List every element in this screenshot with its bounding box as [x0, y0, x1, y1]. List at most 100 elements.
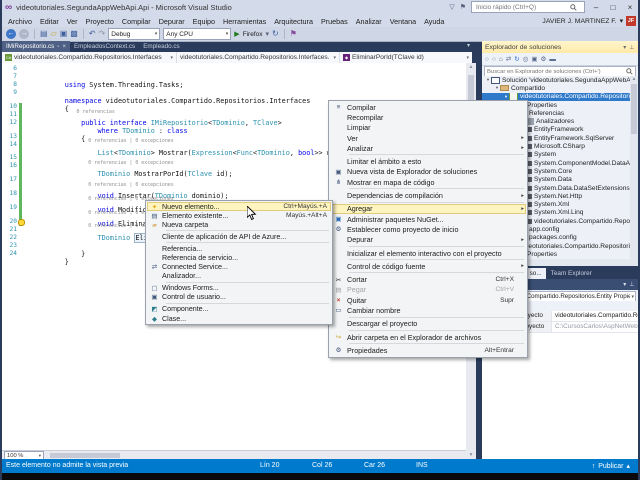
menu-bar-item[interactable]: Compilar [118, 17, 155, 26]
menu-bar-item[interactable]: Arquitectura [270, 17, 317, 26]
solution-explorer-header[interactable]: Explorador de soluciones ▾⊥× [482, 41, 640, 53]
tab-overflow-icon[interactable]: ▾ [467, 42, 470, 49]
context-menu-item[interactable]: ▣ Nueva vista de Explorador de solucione… [330, 167, 526, 177]
property-value[interactable]: videotutoriales.Compartido.Repositorios.… [552, 311, 638, 321]
code-line[interactable]: 8 namespace videotutoriales.Compartido.R… [2, 81, 466, 105]
close-button[interactable]: × [624, 3, 636, 12]
menu-bar-item[interactable]: Ayuda [420, 17, 448, 26]
context-menu-item[interactable]: ⚙ Establecer como proyecto de inicio [330, 224, 526, 234]
pin-icon[interactable]: ⊥ [629, 44, 634, 51]
menu-bar-item[interactable]: Equipo [189, 17, 219, 26]
context-menu-item[interactable]: Control de código fuente ▸ [330, 261, 526, 271]
properties-icon[interactable]: ⚙ [541, 55, 547, 63]
avatar[interactable]: JF [626, 16, 636, 26]
scroll-up-icon[interactable]: ▲ [468, 64, 474, 70]
menu-bar-item[interactable]: Analizar [352, 17, 386, 26]
context-menu-item[interactable]: ≡ Compilar [330, 102, 526, 112]
show-all-files-icon[interactable]: ▣ [531, 55, 537, 63]
horizontal-scrollbar-thumb[interactable] [50, 453, 120, 458]
tree-item[interactable]: ▾ Compartido [482, 84, 630, 92]
member-dropdown[interactable]: ◆ EliminarPorId(TClave id) ▾ [340, 52, 472, 63]
pin-icon[interactable]: ⊥ [629, 281, 634, 288]
context-menu-item[interactable]: Depurar ▸ [330, 235, 526, 245]
context-menu-item[interactable]: Agregar ▸ [330, 203, 526, 214]
redo-icon[interactable]: ↷ [99, 29, 106, 39]
submenu-item[interactable]: ✦ Nuevo elemento... Ctrl+Mayús.+A [147, 202, 331, 212]
type-dropdown[interactable]: videotutoriales.Compartido.Repositorios.… [177, 52, 340, 63]
context-menu-item[interactable]: Limitar el ámbito a esto [330, 156, 526, 166]
forward-icon[interactable]: ○ [492, 56, 496, 63]
start-browser-label[interactable]: Firefox [243, 31, 263, 38]
menu-bar-item[interactable]: Depurar [155, 17, 189, 26]
pin-icon[interactable]: ▫ [57, 44, 59, 50]
flag-icon[interactable]: ⚑ [290, 29, 297, 39]
collapse-all-icon[interactable]: ◎ [523, 55, 529, 63]
save-all-icon[interactable]: ▩ [70, 29, 78, 39]
context-menu-item[interactable]: ▭ Cambiar nombre [330, 305, 526, 315]
code-line[interactable]: 6 using System.Threading.Tasks; [2, 65, 466, 89]
back-icon[interactable]: ○ [485, 56, 489, 63]
maximize-button[interactable]: □ [607, 3, 619, 12]
submenu-item[interactable]: ◩ Componente... [147, 305, 331, 314]
context-menu-item[interactable]: ⚙ Propiedades Alt+Entrar [330, 345, 526, 355]
menu-bar-item[interactable]: Ver [63, 17, 82, 26]
scroll-up-icon[interactable]: ▲ [631, 76, 637, 82]
context-menu-item[interactable]: ⋔ Mostrar en mapa de código [330, 177, 526, 187]
undo-icon[interactable]: ↶ [89, 29, 96, 39]
lightbulb-icon[interactable] [18, 218, 25, 226]
tree-item[interactable]: ▾ Solución 'videotutoriales.SegundaAppWe… [482, 76, 630, 84]
window-position-icon[interactable]: ▾ [623, 281, 626, 288]
window-position-icon[interactable]: ▾ [623, 44, 626, 51]
context-menu-item[interactable]: Inicializar el elemento interactivo con … [330, 248, 526, 258]
menu-bar-item[interactable]: Pruebas [317, 17, 352, 26]
context-menu-item[interactable]: Descargar el proyecto [330, 319, 526, 329]
submenu-item[interactable]: ◆ Clase... [147, 314, 331, 323]
menu-bar-item[interactable]: Archivo [4, 17, 36, 26]
refresh-icon[interactable]: ↻ [272, 29, 279, 39]
context-menu-item[interactable]: ▤ Pegar Ctrl+V [330, 285, 526, 295]
submenu-item[interactable]: ▤ Elemento existente... Mayús.+Alt+A [147, 211, 331, 220]
document-tab[interactable]: EmpleadosContext.cs [70, 41, 139, 52]
context-menu-item[interactable]: Recompilar [330, 112, 526, 122]
tree-vertical-scrollbar[interactable]: ▲ [630, 76, 638, 259]
sync-with-active-document-icon[interactable]: ⇄ [506, 55, 511, 63]
submenu-item[interactable]: Referencia de servicio... [147, 253, 331, 262]
vertical-scrollbar-thumb[interactable] [631, 84, 637, 134]
submenu-item[interactable]: ▣ Control de usuario... [147, 293, 331, 302]
submenu-item[interactable]: Analizador... [147, 272, 331, 281]
context-menu-item[interactable]: ✂ Cortar Ctrl+X [330, 274, 526, 284]
context-menu-item[interactable]: Analizar ▸ [330, 143, 526, 153]
document-tab[interactable]: IMiRepositorio.cs ▫ × [2, 41, 70, 52]
project-dropdown[interactable]: C# videotutoriales.Compartido.Repositorio… [2, 52, 177, 63]
document-tab[interactable]: Empleado.cs [139, 41, 183, 52]
new-file-icon[interactable]: ▤ [40, 29, 48, 39]
submenu-item[interactable]: ▰ Nueva carpeta [147, 220, 331, 229]
code-line[interactable]: 7 [2, 73, 466, 81]
debug-configuration-select[interactable]: Debug ▾ [108, 28, 161, 40]
navigate-forward-icon[interactable]: → [19, 29, 29, 39]
context-menu-item[interactable]: Ver ▸ [330, 133, 526, 143]
submenu-item[interactable]: Referencia... [147, 244, 331, 253]
open-file-icon[interactable]: ▱ [51, 29, 57, 39]
navigate-back-icon[interactable]: ← [6, 29, 16, 39]
chevron-down-icon[interactable]: ▾ [266, 30, 270, 38]
feedback-icon[interactable]: ▽ [449, 3, 454, 11]
menu-bar-item[interactable]: Herramientas [219, 17, 270, 26]
context-menu-item[interactable]: ↪ Abrir carpeta en el Explorador de arch… [330, 332, 526, 342]
save-icon[interactable]: ▣ [60, 29, 68, 39]
notifications-icon[interactable]: ⚑ [460, 3, 466, 11]
property-value[interactable]: C:\CursosCarlos\AspNetWeb [552, 322, 638, 332]
submenu-item[interactable]: ⇄ Connected Service... [147, 263, 331, 272]
preview-selected-items-icon[interactable]: ▬ [549, 56, 556, 63]
menu-bar-item[interactable]: Ventana [386, 17, 420, 26]
menu-bar-item[interactable]: Proyecto [82, 17, 118, 26]
minimize-button[interactable]: – [590, 3, 602, 12]
publish-button[interactable]: ↑ Publicar ▴ [592, 462, 630, 471]
submenu-item[interactable]: Cliente de aplicación de API de Azure... [147, 232, 331, 241]
platform-select[interactable]: Any CPU ▾ [163, 28, 232, 40]
quick-launch-input[interactable] [474, 2, 570, 12]
context-menu-item[interactable]: ▣ Administrar paquetes NuGet... [330, 214, 526, 224]
close-tab-icon[interactable]: × [62, 44, 66, 50]
scroll-down-icon[interactable]: ▼ [468, 452, 474, 458]
start-debugging-icon[interactable]: ▶ [234, 30, 239, 38]
